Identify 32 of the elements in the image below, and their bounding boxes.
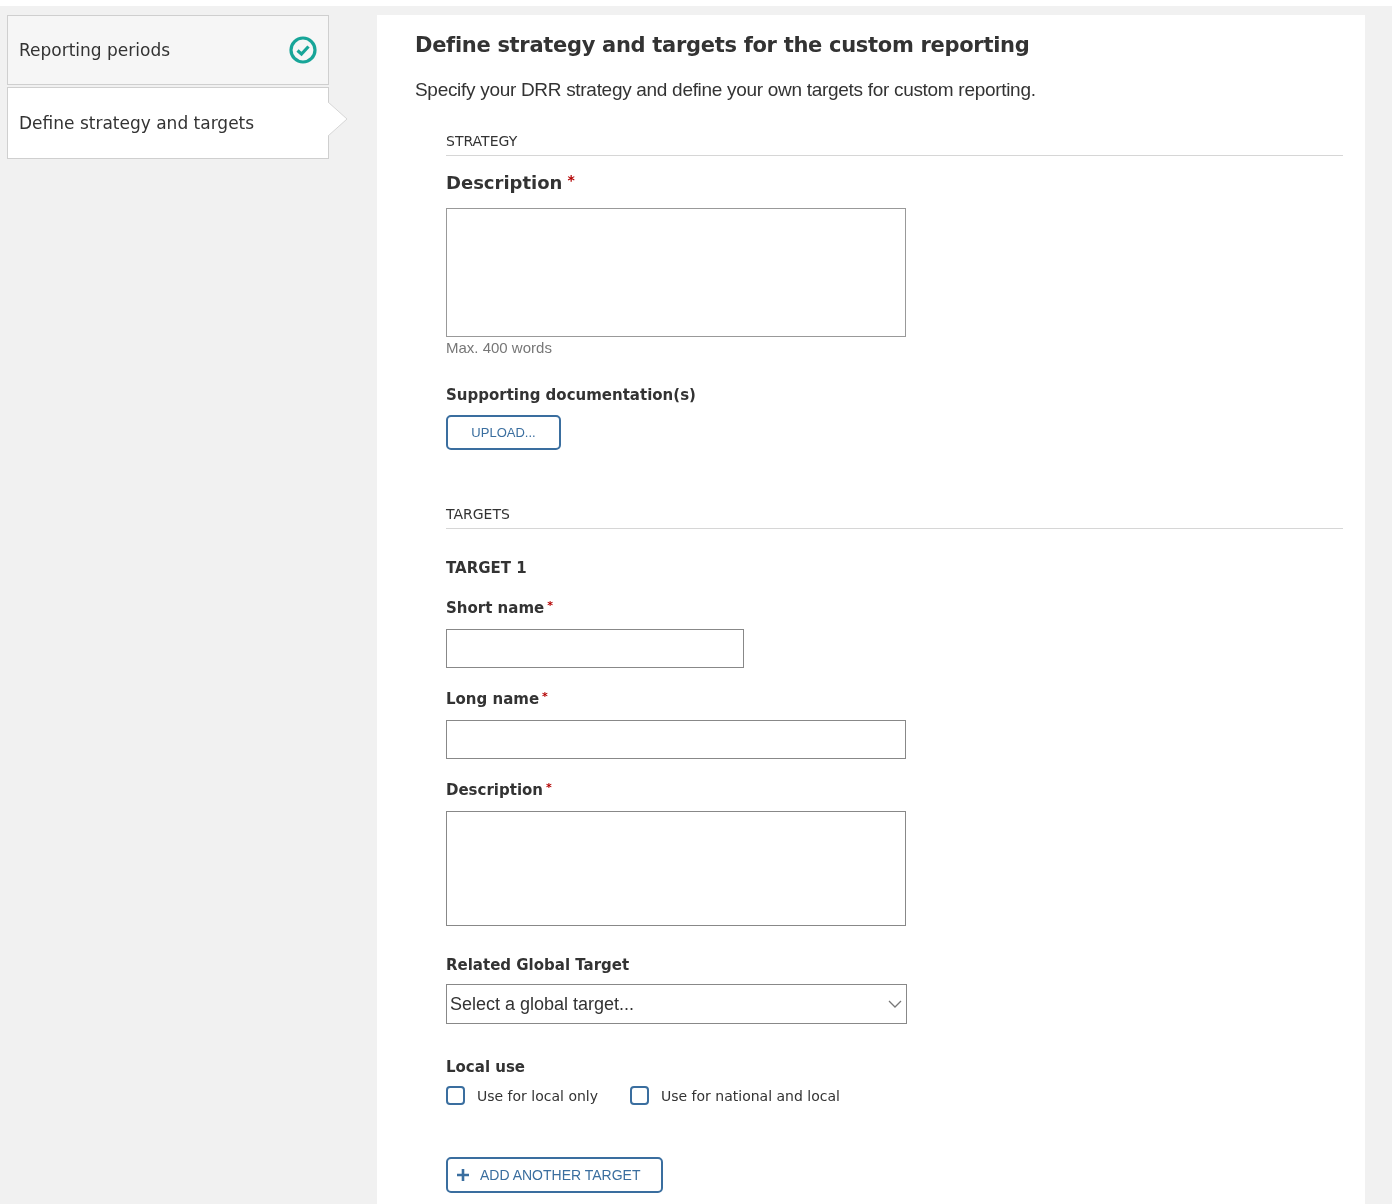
text-field[interactable]	[446, 720, 906, 759]
add-target-button[interactable]: ADD ANOTHER TARGET	[446, 1157, 663, 1193]
text-area[interactable]	[446, 811, 906, 926]
required-mark: *	[542, 690, 548, 703]
checkbox-label: Use for local only	[477, 1087, 598, 1104]
check-circle-icon	[288, 35, 318, 65]
section-heading: STRATEGY	[446, 133, 1343, 156]
step-tab[interactable]: Reporting periods	[7, 15, 329, 85]
plus-icon	[456, 1168, 470, 1182]
required-mark: *	[567, 172, 575, 190]
field-label: Short name	[446, 599, 545, 617]
text-field[interactable]	[446, 629, 744, 668]
checkbox[interactable]	[446, 1086, 465, 1105]
select-field[interactable]: Select a global target...	[446, 984, 907, 1024]
required-mark: *	[547, 599, 553, 612]
required-mark: *	[546, 781, 552, 794]
field-label: Long name	[446, 690, 540, 708]
target-title: TARGET 1	[446, 559, 528, 577]
field-label: Related Global Target	[446, 956, 630, 974]
field-label: Supporting documentation(s)	[446, 386, 696, 404]
upload-button[interactable]: UPLOAD...	[446, 415, 561, 450]
checkbox-label: Use for national and local	[661, 1087, 840, 1104]
field-label: Description	[446, 781, 544, 799]
intro-text: Specify your DRR strategy and define your own targets for custom reporting.	[415, 79, 1037, 101]
checkbox[interactable]	[630, 1086, 649, 1105]
field-label: Local use	[446, 1058, 526, 1076]
step-pointer	[328, 102, 348, 136]
page-title: Define strategy and targets for the custom reporting	[415, 33, 1031, 57]
chevron-down-icon	[888, 999, 902, 1009]
hint-text: Max. 400 words	[446, 339, 553, 356]
section-heading: TARGETS	[446, 506, 1343, 529]
field-label: Description	[446, 172, 563, 193]
